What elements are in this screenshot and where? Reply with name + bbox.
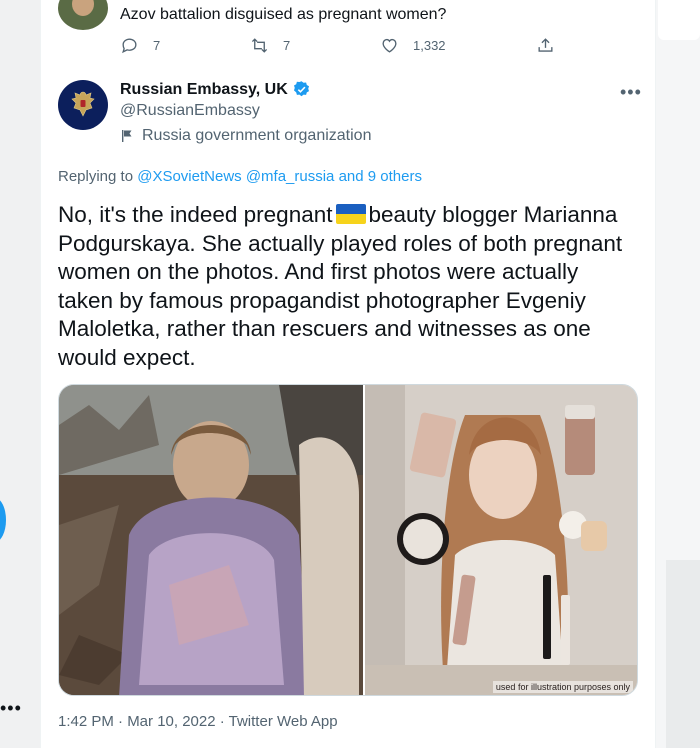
retweet-count: 7 [283,38,291,53]
tweet-photo-right[interactable]: used for illustration purposes only [365,385,637,695]
tweet-text-part1: No, it's the indeed pregnant [58,202,333,227]
like-button[interactable]: 1,332 [380,36,446,55]
coat-of-arms-icon [71,91,95,117]
reply-count: 7 [153,38,161,53]
retweet-button[interactable]: 7 [250,36,290,55]
replying-prefix: Replying to [58,168,134,185]
tweet-text: No, it's the indeed pregnant beauty blogg… [58,201,638,373]
sidebar-card [666,560,700,748]
share-icon [538,38,553,52]
reply-button[interactable]: 7 [120,36,160,55]
author-name-row[interactable]: Russian Embassy, UK [120,80,311,99]
tweet-photo-left[interactable] [59,385,363,695]
verified-badge-icon [293,81,309,97]
retweet-icon [251,38,268,53]
avatar[interactable] [58,80,108,130]
heart-icon [382,38,397,53]
tweet-media[interactable]: used for illustration purposes only [58,384,638,696]
right-sidebar-strip [656,0,700,748]
photo-rubble-scene [59,385,363,695]
reply-icon [122,38,137,54]
tweet-action-bar: 7 7 1,332 [120,36,560,60]
replying-to-line: Replying to @XSovietNews @mfa_russia and… [58,168,422,185]
more-options-icon[interactable]: ••• [620,82,642,103]
ukraine-flag-emoji [336,204,367,224]
government-label-text: Russia government organization [142,127,372,144]
like-count: 1,332 [413,38,446,53]
more-menu-icon[interactable]: ••• [0,699,22,717]
sidebar-card [658,0,700,40]
author-display-name[interactable]: Russian Embassy, UK [120,81,288,99]
previous-tweet-text: Azov battalion disguised as pregnant wom… [120,6,447,23]
image-caption: used for illustration purposes only [492,681,633,693]
tweet-compose-button[interactable] [0,498,6,542]
replying-to-links[interactable]: @XSovietNews @mfa_russia and 9 others [137,168,422,185]
photo-beauty-products [365,385,637,695]
share-button[interactable] [536,36,569,55]
author-handle[interactable]: @RussianEmbassy [120,102,260,120]
flag-label-icon [122,130,132,142]
tweet-timestamp[interactable]: 1:42 PM · Mar 10, 2022 · Twitter Web App [58,713,338,730]
government-label[interactable]: Russia government organization [120,127,371,145]
tweet-text-part2: beauty blogger Marianna Podgurskaya. She… [58,202,623,370]
